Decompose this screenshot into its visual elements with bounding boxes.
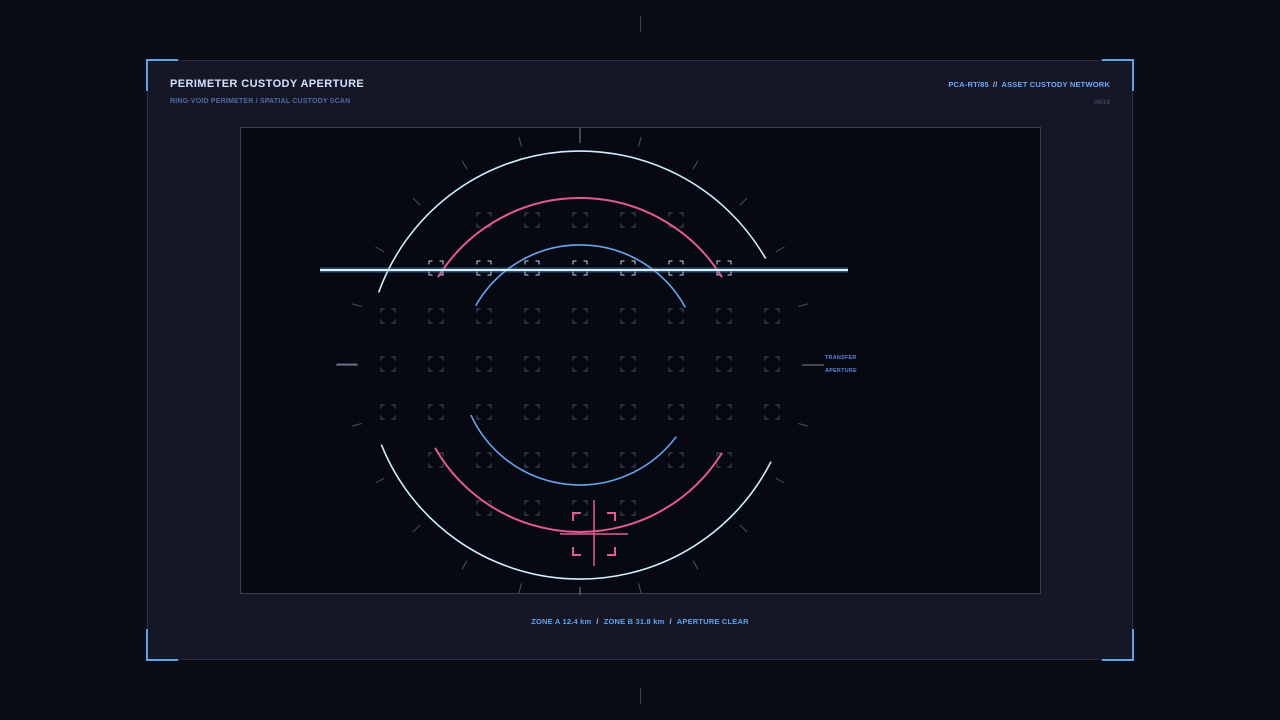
header-network-label: PCA-RT/85//ASSET CUSTODY NETWORK	[948, 80, 1110, 89]
radial-tick	[412, 197, 421, 206]
grid-node-bracket	[764, 356, 780, 372]
grid-node-bracket	[620, 500, 636, 516]
radial-tick	[692, 560, 699, 570]
network-name: ASSET CUSTODY NETWORK	[1001, 80, 1110, 89]
grid-node-bracket	[668, 356, 684, 372]
grid-node-bracket	[716, 452, 732, 468]
page-counter: 09/19	[1093, 99, 1110, 106]
corner-bracket-bottom-right	[1102, 629, 1134, 661]
grid-node-bracket	[428, 356, 444, 372]
grid-node-bracket	[524, 452, 540, 468]
page-title: PERIMETER CUSTODY APERTURE	[170, 78, 365, 90]
corner-bracket-bottom-left	[146, 629, 178, 661]
scan-viewport[interactable]: TRANSFER APERTURE	[240, 127, 1041, 595]
network-code: PCA-RT/85	[948, 80, 989, 89]
grid-node-bracket	[668, 452, 684, 468]
grid-node-bracket	[572, 356, 588, 372]
middle-ring-upper-arc	[437, 197, 723, 278]
grid-node-bracket	[380, 308, 396, 324]
grid-node-bracket	[572, 404, 588, 420]
bottom-guide-tick	[640, 688, 641, 704]
grid-node-bracket	[476, 308, 492, 324]
zone-a-readout: ZONE A 12.4 km	[531, 617, 592, 626]
grid-node-bracket	[428, 452, 444, 468]
grid-node-bracket	[476, 452, 492, 468]
aperture-label: APERTURE	[825, 368, 857, 374]
main-panel: PERIMETER CUSTODY APERTURE RING-VOID PER…	[146, 59, 1134, 661]
grid-node-bracket	[764, 308, 780, 324]
page-subtitle: RING-VOID PERIMETER / SPATIAL CUSTODY SC…	[170, 98, 351, 105]
grid-node-bracket	[764, 404, 780, 420]
grid-node-bracket	[524, 500, 540, 516]
radial-tick	[638, 136, 642, 147]
footer-separator-1: /	[596, 617, 599, 626]
grid-node-bracket	[572, 308, 588, 324]
radial-tick	[375, 477, 385, 484]
grid-node-bracket	[716, 404, 732, 420]
grid-node-bracket	[620, 404, 636, 420]
grid-node-bracket	[524, 404, 540, 420]
grid-node-bracket	[668, 404, 684, 420]
radial-tick	[775, 246, 785, 253]
grid-node-bracket	[572, 452, 588, 468]
grid-node-bracket	[380, 404, 396, 420]
aperture-status: APERTURE CLEAR	[676, 617, 749, 626]
radial-tick	[518, 136, 522, 147]
radial-tick	[739, 524, 748, 533]
inner-ring-lower-arc	[470, 414, 677, 486]
grid-node-bracket	[572, 212, 588, 228]
scan-graphic	[320, 128, 848, 595]
transfer-label: TRANSFER	[825, 355, 857, 361]
grid-node-bracket	[716, 356, 732, 372]
radial-tick	[412, 524, 421, 533]
grid-node-bracket	[524, 308, 540, 324]
footer-separator-2: /	[669, 617, 672, 626]
grid-node-bracket	[620, 212, 636, 228]
grid-node-bracket	[428, 308, 444, 324]
grid-node-bracket	[524, 212, 540, 228]
top-guide-tick	[640, 16, 641, 32]
radial-tick	[518, 583, 522, 594]
grid-node-bracket	[716, 308, 732, 324]
radial-tick	[351, 303, 362, 307]
grid-node-bracket	[620, 356, 636, 372]
grid-node-bracket	[620, 308, 636, 324]
radial-tick	[461, 560, 468, 570]
grid-node-bracket	[476, 500, 492, 516]
grid-node-bracket	[620, 452, 636, 468]
radial-tick	[351, 423, 362, 427]
grid-node-bracket	[476, 356, 492, 372]
grid-node-bracket	[524, 356, 540, 372]
zone-status-bar: ZONE A 12.4 km / ZONE B 31.8 km / APERTURE C…	[148, 617, 1132, 626]
header-separator: //	[992, 80, 998, 89]
middle-ring-lower-arc	[434, 447, 723, 533]
radial-tick	[375, 246, 385, 253]
radial-tick	[798, 423, 809, 427]
grid-node-bracket	[476, 404, 492, 420]
radial-tick	[692, 160, 699, 170]
grid-node-bracket	[668, 308, 684, 324]
radial-tick	[739, 197, 748, 206]
radial-tick	[798, 303, 809, 307]
zone-b-readout: ZONE B 31.8 km	[603, 617, 665, 626]
radial-tick	[461, 160, 468, 170]
inner-ring-upper-arc	[475, 244, 686, 308]
grid-node-bracket	[428, 404, 444, 420]
grid-node-bracket	[380, 356, 396, 372]
radial-tick	[775, 477, 785, 484]
radial-tick	[638, 583, 642, 594]
